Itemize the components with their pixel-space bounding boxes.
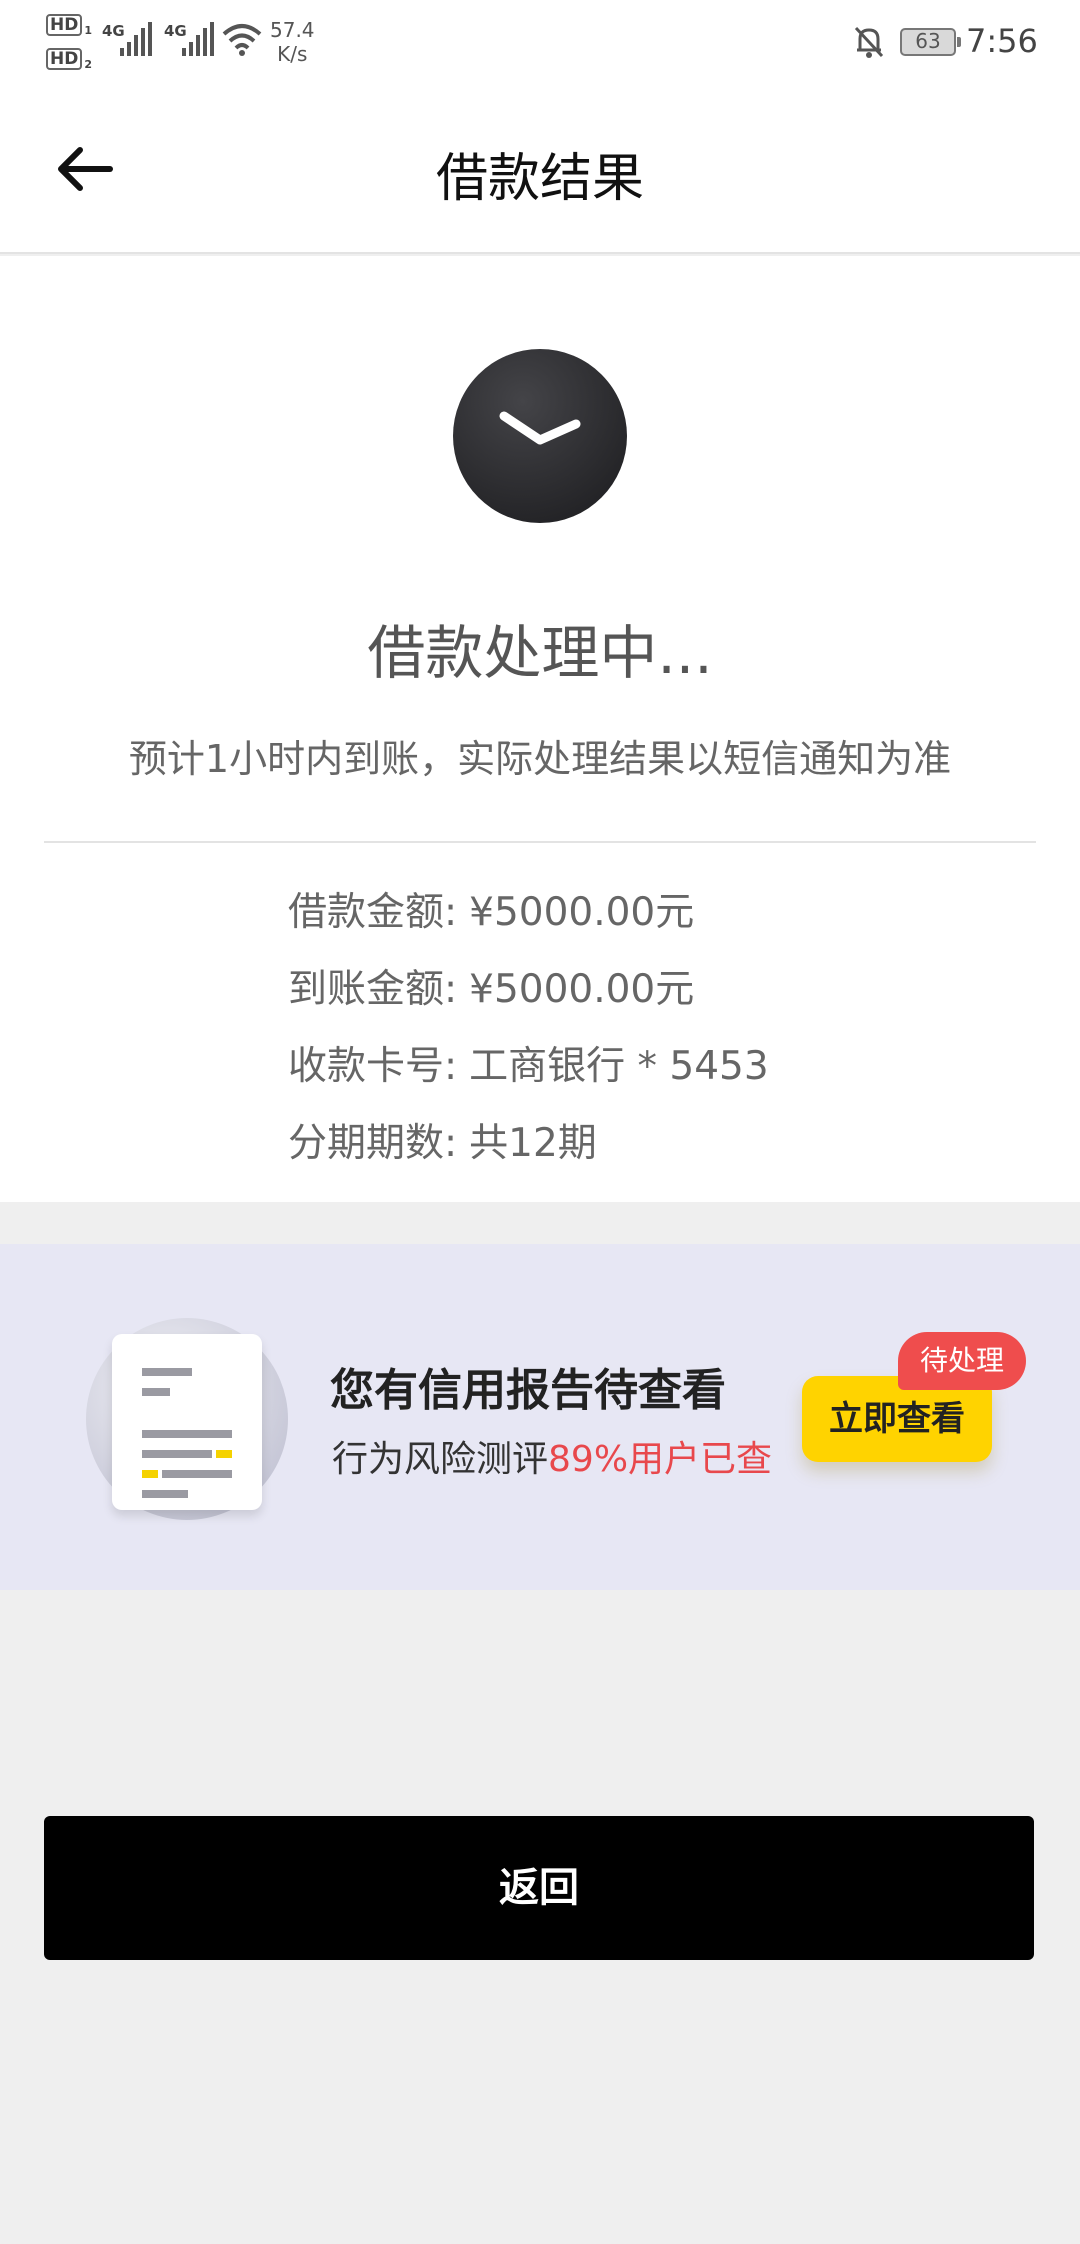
- detail-value: 共12期: [469, 1121, 597, 1166]
- sim1-label: HD: [46, 14, 83, 36]
- signal-bars-2-icon: [182, 22, 214, 56]
- detail-value: ¥5000.00元: [469, 890, 695, 935]
- detail-label: 到账金额:: [288, 967, 458, 1012]
- detail-row-received-amount: 到账金额: ¥5000.00元: [288, 958, 694, 1014]
- processing-status-note: 预计1小时内到账，实际处理结果以短信通知为准: [128, 737, 952, 781]
- battery-indicator: 63: [900, 28, 961, 56]
- credit-report-banner[interactable]: 您有信用报告待查看 行为风险测评89%用户已查 立即查看 待处理: [0, 1244, 1080, 1590]
- report-paper-icon: [112, 1334, 262, 1510]
- detail-row-loan-amount: 借款金额: ¥5000.00元: [288, 881, 694, 937]
- banner-subtitle: 行为风险测评89%用户已查: [332, 1430, 772, 1482]
- sim2-label: HD: [46, 48, 83, 70]
- detail-row-installments: 分期期数: 共12期: [288, 1112, 597, 1168]
- wifi-icon: [222, 24, 262, 56]
- detail-value: 工商银行 * 5453: [469, 1044, 769, 1089]
- clock-icon: [453, 349, 627, 523]
- banner-subtitle-prefix: 行为风险测评: [332, 1439, 549, 1480]
- network-speed: 57.4 K/s: [270, 18, 315, 66]
- sim2-index: 2: [84, 58, 92, 72]
- signal-bars-1-icon: [120, 22, 152, 56]
- sim1-indicator: HD 1: [46, 14, 92, 37]
- speed-value: 57.4: [270, 18, 315, 42]
- sim2-indicator: HD 2: [46, 48, 92, 71]
- pending-badge: 待处理: [898, 1332, 1026, 1390]
- navigation-bar: 借款结果: [0, 90, 1080, 254]
- detail-label: 分期期数:: [288, 1121, 458, 1166]
- banner-title: 您有信用报告待查看: [330, 1365, 726, 1416]
- sim1-index: 1: [84, 24, 92, 38]
- loan-result-card: 借款处理中... 预计1小时内到账，实际处理结果以短信通知为准 借款金额: ¥50…: [0, 256, 1080, 1202]
- clock-time: 7:56: [966, 22, 1038, 60]
- banner-subtitle-highlight: 89%用户已查: [548, 1439, 773, 1480]
- detail-value: ¥5000.00元: [469, 967, 695, 1012]
- page-title: 借款结果: [435, 149, 644, 209]
- divider: [44, 841, 1036, 843]
- detail-label: 收款卡号:: [288, 1044, 458, 1089]
- detail-label: 借款金额:: [288, 890, 458, 935]
- speed-unit: K/s: [277, 42, 308, 66]
- detail-row-card-number: 收款卡号: 工商银行 * 5453: [288, 1035, 769, 1091]
- processing-status-title: 借款处理中...: [367, 619, 713, 687]
- bell-muted-icon: [854, 26, 884, 58]
- status-bar: HD 1 HD 2 4G 4G 57.4 K/s 63 7:56: [0, 0, 1080, 90]
- return-button[interactable]: 返回: [44, 1816, 1034, 1960]
